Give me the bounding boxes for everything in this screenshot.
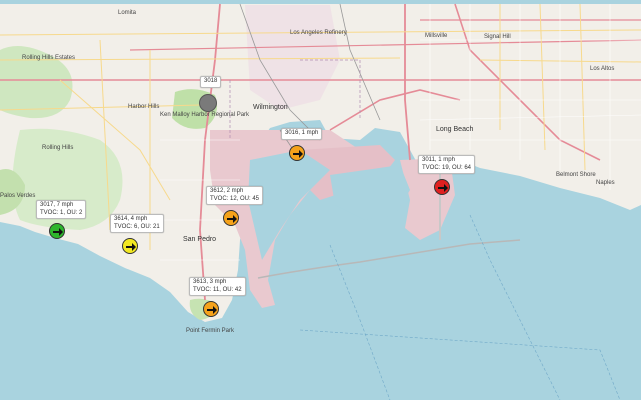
station-label-3016[interactable]: 3016, 1 mph xyxy=(281,128,323,140)
station-marker-3013[interactable] xyxy=(203,301,219,317)
station-label-line1: 3011, 1 mph xyxy=(422,157,455,163)
place-label: Palos Verdes xyxy=(0,193,36,199)
place-label: Belmont Shore xyxy=(556,172,596,178)
station-label-line2: TVOC: 6, OU: 21 xyxy=(114,223,160,230)
place-label: Ken Malloy Harbor Regional Park xyxy=(160,112,250,118)
station-label-3013[interactable]: 3613, 3 mph TVOC: 11, OU: 42 xyxy=(189,277,246,296)
station-marker-3016[interactable] xyxy=(289,145,305,161)
place-label: Long Beach xyxy=(436,126,474,133)
station-label-line2: TVOC: 1, OU: 2 xyxy=(40,209,83,216)
station-label-line1: 3018 xyxy=(204,78,218,84)
station-label-line1: 3612, 2 mph xyxy=(210,188,244,194)
station-label-line2: TVOC: 11, OU: 42 xyxy=(193,286,242,293)
station-marker-3011[interactable] xyxy=(434,179,450,195)
place-label: Lomita xyxy=(118,10,137,16)
arrow-right-icon xyxy=(53,228,63,236)
arrow-right-icon xyxy=(126,243,136,251)
arrow-right-icon xyxy=(293,150,303,158)
station-label-line1: 3614, 4 mph xyxy=(114,216,148,222)
arrow-right-icon xyxy=(438,184,448,192)
station-marker-3018[interactable] xyxy=(199,94,217,112)
station-marker-3017[interactable] xyxy=(49,223,65,239)
place-label: Rolling Hills Estates xyxy=(22,55,76,61)
station-label-3018[interactable]: 3018 xyxy=(200,76,222,88)
station-marker-3012[interactable] xyxy=(223,210,239,226)
place-label: Wilmington xyxy=(253,104,288,111)
station-label-line1: 3613, 3 mph xyxy=(193,279,227,285)
place-label: Naples xyxy=(596,180,615,186)
station-label-line2: TVOC: 19, OU: 64 xyxy=(422,164,472,171)
place-label: Los Angeles Refinery xyxy=(290,30,347,36)
map-view[interactable]: Lomita Rolling Hills Estates Harbor Hill… xyxy=(0,0,641,400)
station-label-line1: 3017, 7 mph xyxy=(40,202,74,208)
basemap xyxy=(0,0,641,400)
place-label: Rolling Hills xyxy=(42,145,74,151)
place-label: San Pedro xyxy=(183,236,217,243)
place-label: Signal Hill xyxy=(484,34,511,40)
station-label-3011[interactable]: 3011, 1 mph TVOC: 19, OU: 64 xyxy=(418,155,476,174)
station-label-3017[interactable]: 3017, 7 mph TVOC: 1, OU: 2 xyxy=(36,200,87,219)
station-label-line1: 3016, 1 mph xyxy=(285,130,319,136)
place-label: Harbor Hills xyxy=(128,104,160,110)
arrow-right-icon xyxy=(227,215,237,223)
station-label-line2: TVOC: 12, OU: 45 xyxy=(210,195,260,202)
station-label-3014[interactable]: 3614, 4 mph TVOC: 6, OU: 21 xyxy=(110,214,164,233)
station-label-3012[interactable]: 3612, 2 mph TVOC: 12, OU: 45 xyxy=(206,186,264,205)
place-label: Los Altos xyxy=(590,66,615,72)
place-label: Millsville xyxy=(425,33,448,39)
place-label: Point Fermin Park xyxy=(186,328,235,334)
station-marker-3014[interactable] xyxy=(122,238,138,254)
arrow-right-icon xyxy=(207,306,217,314)
